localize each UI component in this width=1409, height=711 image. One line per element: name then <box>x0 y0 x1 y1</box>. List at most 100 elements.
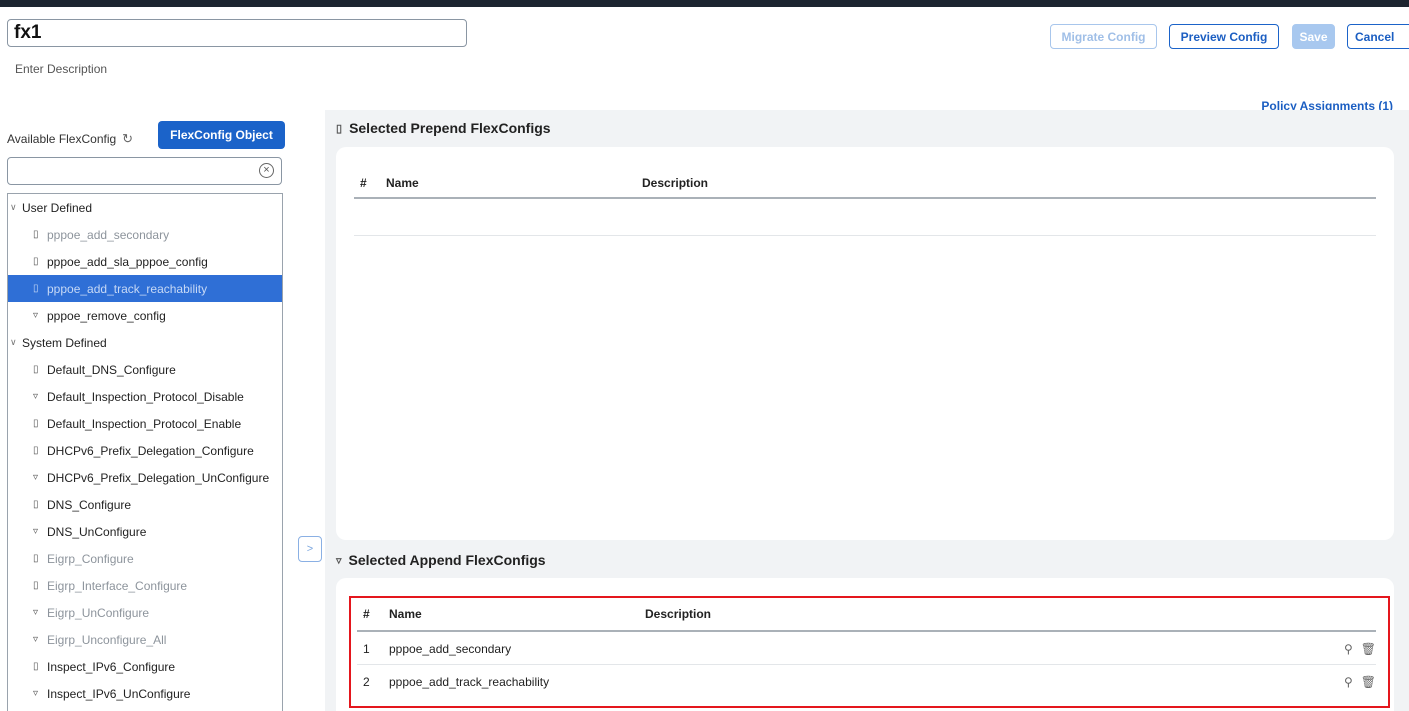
tree-item-label: Eigrp_Configure <box>47 551 134 566</box>
tree-item[interactable]: ▯ Inspect_IPv6_Configure <box>8 653 282 680</box>
append-config-icon: ▿ <box>33 634 39 645</box>
tree-item[interactable]: ▿ Default_Inspection_Protocol_Disable <box>8 383 282 410</box>
append-config-icon: ▿ <box>33 526 39 537</box>
tree-item-selected[interactable]: ▯ pppoe_add_track_reachability <box>8 275 282 302</box>
append-config-icon: ▿ <box>33 391 39 402</box>
column-name: Name <box>386 176 419 190</box>
append-config-icon: ▿ <box>33 472 39 483</box>
tree-item-label: DNS_UnConfigure <box>47 524 147 539</box>
prepend-config-icon: ▯ <box>33 499 39 510</box>
prepend-config-icon: ▯ <box>33 445 39 456</box>
tree-item[interactable]: ▯ Default_DNS_Configure <box>8 356 282 383</box>
tree-item[interactable]: ▯ DNS_Configure <box>8 491 282 518</box>
table-row[interactable]: 2 pppoe_add_track_reachability ⚲ 🗑 <box>357 666 1376 697</box>
append-config-icon: ▿ <box>336 554 342 567</box>
description-field[interactable]: Enter Description <box>15 62 107 76</box>
save-button[interactable]: Save <box>1292 24 1335 49</box>
column-number: # <box>360 176 367 190</box>
tree-item[interactable]: ▯ Default_Inspection_Protocol_Enable <box>8 410 282 437</box>
column-name: Name <box>389 607 422 621</box>
chevron-down-icon: ∨ <box>10 202 17 212</box>
prepend-config-icon: ▯ <box>33 229 39 240</box>
tree-item[interactable]: ▯ pppoe_add_secondary <box>8 221 282 248</box>
trash-icon[interactable]: 🗑 <box>1361 675 1376 689</box>
append-config-icon: ▿ <box>33 688 39 699</box>
tree-item-label: DHCPv6_Prefix_Delegation_Configure <box>47 443 254 458</box>
append-section-title: ▿ Selected Append FlexConfigs <box>336 552 546 568</box>
prepend-config-icon: ▯ <box>33 661 39 672</box>
add-to-selected-button[interactable]: > <box>298 536 322 562</box>
column-number: # <box>363 607 370 621</box>
tree-item[interactable]: ▯ Eigrp_Configure <box>8 545 282 572</box>
row-number: 2 <box>363 674 370 689</box>
prepend-config-icon: ▯ <box>33 256 39 267</box>
tree-item-label: DHCPv6_Prefix_Delegation_UnConfigure <box>47 470 270 485</box>
row-name: pppoe_add_track_reachability <box>389 674 550 689</box>
tree-item[interactable]: ▯ DHCPv6_Prefix_Delegation_Configure <box>8 437 282 464</box>
cancel-button[interactable]: Cancel <box>1347 24 1409 49</box>
table-row[interactable]: 1 pppoe_add_secondary ⚲ 🗑 <box>357 634 1376 665</box>
tree-item-label: Eigrp_Interface_Configure <box>47 578 188 593</box>
prepend-section-title-text: Selected Prepend FlexConfigs <box>349 120 551 136</box>
tree-item-label: DNS_Configure <box>47 497 132 512</box>
column-description: Description <box>642 176 709 190</box>
prepend-config-icon: ▯ <box>33 553 39 564</box>
append-table-header: # Name Description <box>357 598 1376 632</box>
flexconfig-object-button[interactable]: FlexConfig Object <box>158 121 285 149</box>
tree-item[interactable]: ▿ DNS_UnConfigure <box>8 518 282 545</box>
tree-item-label: pppoe_remove_config <box>47 308 166 323</box>
prepend-card: # Name Description <box>336 147 1394 540</box>
tree-item[interactable]: ▯ Eigrp_Interface_Configure <box>8 572 282 599</box>
trash-icon[interactable]: 🗑 <box>1361 642 1376 656</box>
tree-item[interactable]: ▿ Eigrp_UnConfigure <box>8 599 282 626</box>
tree-item-label: Default_Inspection_Protocol_Enable <box>47 416 242 431</box>
preview-config-button[interactable]: Preview Config <box>1169 24 1279 49</box>
prepend-table-header: # Name Description <box>354 169 1376 199</box>
row-actions: ⚲ 🗑 <box>1344 642 1376 656</box>
clear-search-icon[interactable]: × <box>259 163 274 178</box>
tree-group-user-defined[interactable]: ∨ User Defined <box>8 194 282 221</box>
tree-item-label: Inspect_IPv6_Configure <box>47 659 176 674</box>
chevron-down-icon: ∨ <box>10 337 17 347</box>
magnifier-icon[interactable]: ⚲ <box>1344 642 1353 656</box>
prepend-section-title: ▯ Selected Prepend FlexConfigs <box>336 120 551 136</box>
tree-group-system-defined[interactable]: ∨ System Defined <box>8 329 282 356</box>
tree-item-label: pppoe_add_track_reachability <box>47 281 208 296</box>
tree-item-label: Eigrp_UnConfigure <box>47 605 150 620</box>
tree-item[interactable]: ▿ Inspect_IPv6_UnConfigure <box>8 680 282 707</box>
tree-item[interactable]: ▿ DHCPv6_Prefix_Delegation_UnConfigure <box>8 464 282 491</box>
row-number: 1 <box>363 642 370 656</box>
prepend-config-icon: ▯ <box>336 122 343 135</box>
tree-group-label: User Defined <box>22 200 93 215</box>
tree-item[interactable]: ▿ pppoe_remove_config <box>8 302 282 329</box>
refresh-icon[interactable]: ↻ <box>122 131 133 147</box>
append-config-icon: ▿ <box>33 310 39 321</box>
tree-item[interactable]: ▿ Eigrp_Unconfigure_All <box>8 626 282 653</box>
prepend-config-icon: ▯ <box>33 580 39 591</box>
tree-item-label: Default_Inspection_Protocol_Disable <box>47 389 244 404</box>
tree-item-label: pppoe_add_secondary <box>47 227 170 242</box>
prepend-config-icon: ▯ <box>33 418 39 429</box>
magnifier-icon[interactable]: ⚲ <box>1344 675 1353 689</box>
flexconfig-search-input[interactable]: × <box>7 157 282 185</box>
append-table-highlight: # Name Description 1 pppoe_add_secondary… <box>349 596 1390 708</box>
tree-item-label: Eigrp_Unconfigure_All <box>47 632 167 647</box>
migrate-config-button[interactable]: Migrate Config <box>1050 24 1157 49</box>
row-name: pppoe_add_secondary <box>389 642 512 656</box>
prepend-config-icon: ▯ <box>33 283 39 294</box>
column-description: Description <box>645 607 712 621</box>
flexconfig-policy-name-input[interactable] <box>7 19 467 47</box>
available-flexconfig-label: Available FlexConfig ↻ <box>7 131 133 147</box>
tree-item-label: Default_DNS_Configure <box>47 362 176 377</box>
append-section-title-text: Selected Append FlexConfigs <box>348 552 546 568</box>
append-config-icon: ▿ <box>33 607 39 618</box>
tree-group-label: System Defined <box>22 335 107 350</box>
tree-item-label: pppoe_add_sla_pppoe_config <box>47 254 208 269</box>
available-flexconfig-text: Available FlexConfig <box>7 132 117 146</box>
prepend-config-icon: ▯ <box>33 364 39 375</box>
row-actions: ⚲ 🗑 <box>1344 675 1376 689</box>
available-flexconfig-tree: ∨ User Defined ▯ pppoe_add_secondary ▯ ppp… <box>7 193 283 711</box>
top-bar <box>0 0 1409 7</box>
divider <box>354 235 1376 236</box>
tree-item[interactable]: ▯ pppoe_add_sla_pppoe_config <box>8 248 282 275</box>
